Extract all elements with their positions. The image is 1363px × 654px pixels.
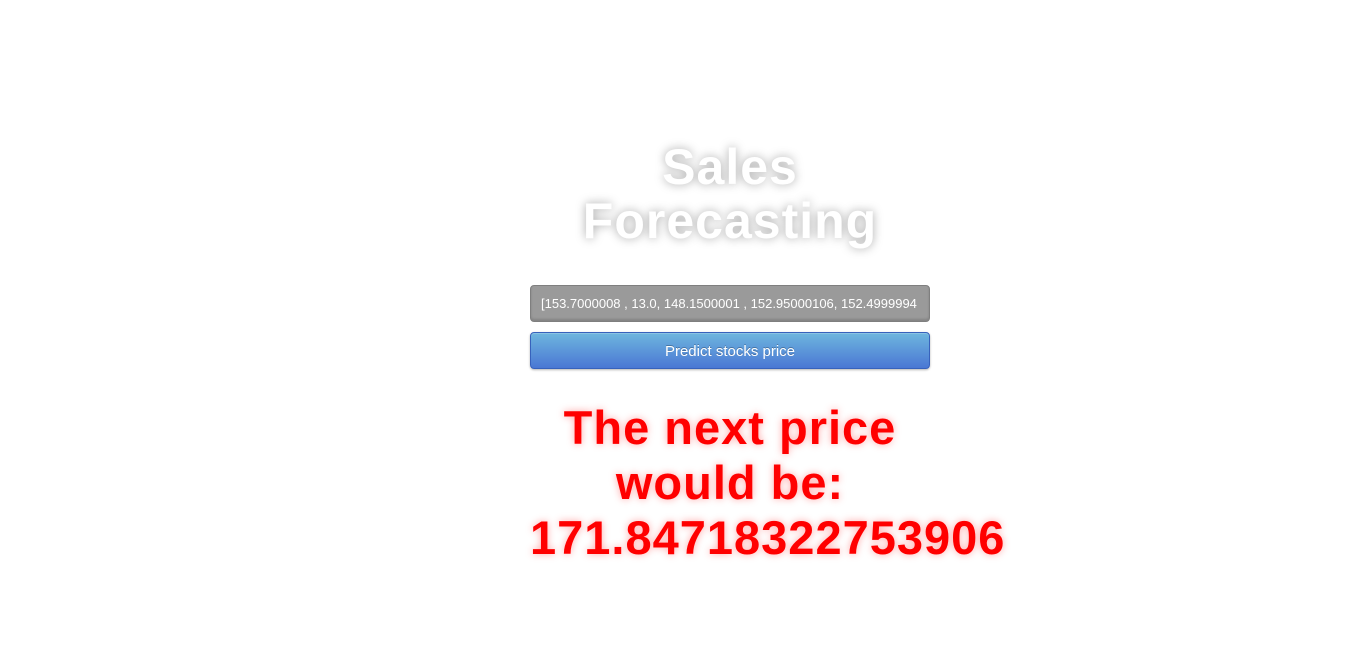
prediction-result: The next price would be: 171.84718322753…: [530, 400, 1006, 565]
page-title-line2: Forecasting: [582, 193, 878, 249]
result-line1: The next price: [563, 401, 897, 454]
result-line2: would be:: [615, 456, 845, 509]
predict-button[interactable]: Predict stocks price: [530, 332, 930, 369]
predict-form: [153.7000008 , 13.0, 148.1500001 , 152.9…: [530, 285, 930, 369]
forecast-panel: Sales Forecasting [153.7000008 , 13.0, 1…: [530, 140, 930, 369]
predicted-price-value: 171.84718322753906: [530, 511, 1006, 564]
page-title: Sales Forecasting: [530, 140, 930, 248]
page-title-line1: Sales: [662, 139, 798, 195]
price-series-input[interactable]: [153.7000008 , 13.0, 148.1500001 , 152.9…: [530, 285, 930, 322]
